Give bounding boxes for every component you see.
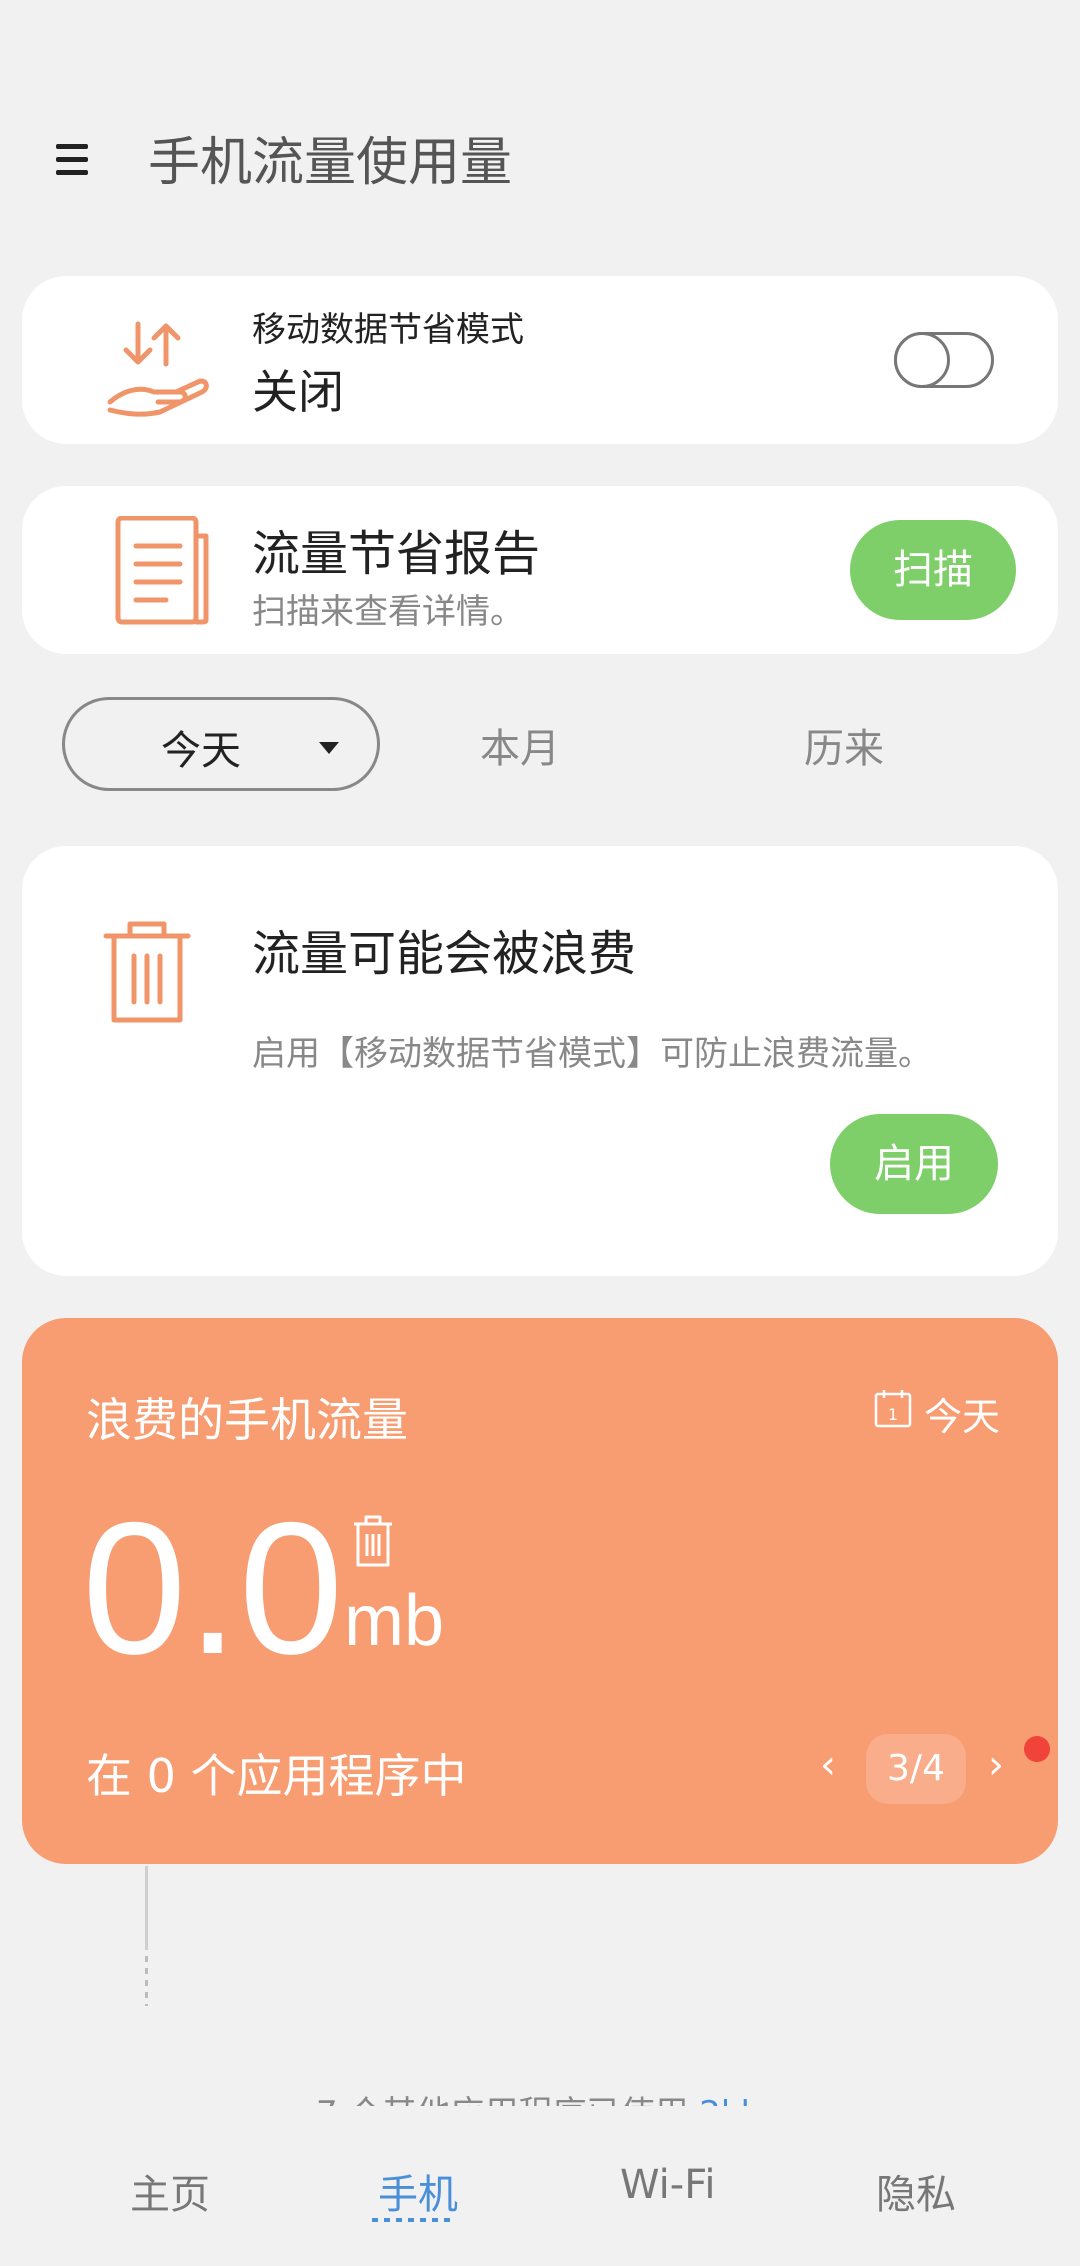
report-title: 流量节省报告 <box>252 526 541 582</box>
small-trash-icon <box>354 1515 392 1567</box>
range-dropdown-today[interactable]: 今天 <box>62 697 380 791</box>
range-selected-label: 今天 <box>161 728 241 774</box>
caret-down-icon <box>319 742 339 754</box>
calendar-icon: 1 <box>874 1390 912 1428</box>
data-saver-card[interactable]: 移动数据节省模式 关闭 <box>22 276 1058 444</box>
summary-title: 浪费的手机流量 <box>86 1393 408 1447</box>
data-saver-status: 关闭 <box>252 365 344 419</box>
svg-text:1: 1 <box>888 1405 898 1424</box>
summary-date-label[interactable]: 今天 <box>924 1386 1000 1441</box>
data-saver-toggle[interactable] <box>894 332 994 388</box>
waste-description: 启用【移动数据节省模式】可防止浪费流量。 <box>252 1034 932 1074</box>
chevron-left-icon[interactable]: ‹ <box>820 1742 836 1788</box>
scan-button[interactable]: 扫描 <box>850 520 1016 620</box>
enable-button[interactable]: 启用 <box>830 1114 998 1214</box>
nav-home[interactable]: 主页 <box>130 2162 210 2220</box>
waste-title: 流量可能会被浪费 <box>252 926 637 982</box>
page-indicator: 3/4 <box>866 1734 966 1804</box>
savings-report-card[interactable]: 流量节省报告 扫描来查看详情。 扫描 <box>22 486 1058 654</box>
timeline-dash <box>145 1950 148 2006</box>
data-saver-hand-icon <box>107 321 209 417</box>
nav-mobile[interactable]: 手机 <box>378 2162 458 2220</box>
apps-count-text: 在 0 个应用程序中 <box>86 1749 467 1803</box>
nav-active-indicator <box>372 2218 456 2222</box>
range-tab-month[interactable]: 本月 <box>480 716 560 774</box>
bottom-nav: 主页 手机 Wi-Fi 隐私 <box>0 2106 1080 2266</box>
wasted-unit: mb <box>344 1581 445 1661</box>
wasted-value: 0.0 <box>82 1483 344 1693</box>
chevron-right-icon[interactable]: › <box>988 1742 1004 1788</box>
trash-icon <box>103 921 191 1023</box>
nav-privacy[interactable]: 隐私 <box>876 2162 956 2220</box>
report-document-icon <box>115 516 209 625</box>
toggle-knob <box>894 332 950 388</box>
wasted-data-summary-card: 浪费的手机流量 1 今天 0.0 mb 在 0 个应用程序中 ‹ 3/4 › <box>22 1318 1058 1864</box>
data-saver-title: 移动数据节省模式 <box>252 310 524 350</box>
range-tab-all-time[interactable]: 历来 <box>804 716 884 774</box>
report-subtitle: 扫描来查看详情。 <box>252 592 524 632</box>
page-title: 手机流量使用量 <box>148 133 513 193</box>
hamburger-menu-icon[interactable] <box>52 140 92 180</box>
waste-warning-card: 流量可能会被浪费 启用【移动数据节省模式】可防止浪费流量。 启用 <box>22 846 1058 1276</box>
notification-dot-icon <box>1024 1736 1050 1762</box>
nav-wifi[interactable]: Wi-Fi <box>620 2162 715 2208</box>
